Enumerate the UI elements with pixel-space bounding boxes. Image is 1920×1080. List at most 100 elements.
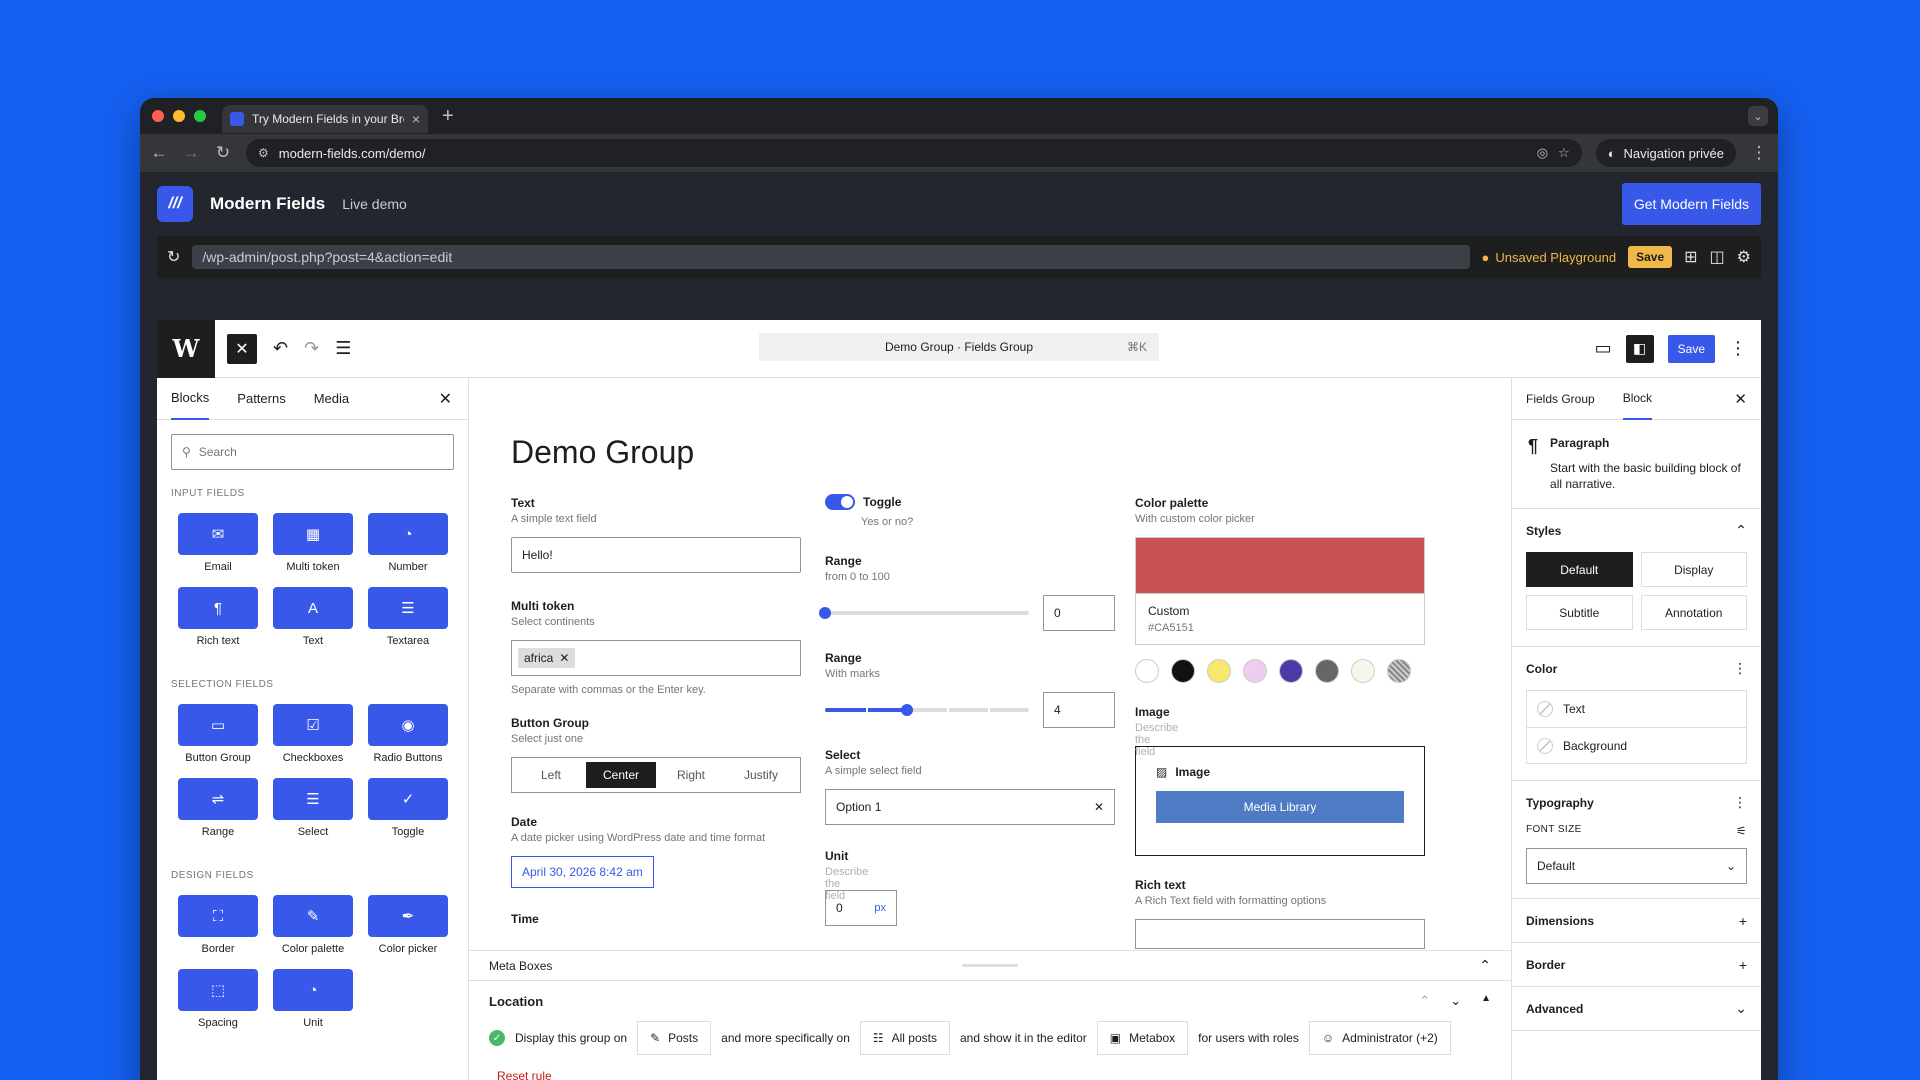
- chevron-up-icon[interactable]: ⌃: [1479, 957, 1491, 974]
- reset-rule-link[interactable]: Reset rule: [469, 1069, 1511, 1080]
- post-title[interactable]: Demo Group: [511, 434, 694, 471]
- background-color-item[interactable]: Background: [1527, 727, 1746, 763]
- date-picker-button[interactable]: April 30, 2026 8:42 am: [511, 856, 654, 888]
- modern-fields-logo[interactable]: ///: [157, 186, 193, 222]
- style-display-button[interactable]: Display: [1640, 552, 1747, 587]
- command-palette-button[interactable]: Demo Group · Fields Group ⌘K: [759, 333, 1159, 361]
- tab-patterns[interactable]: Patterns: [237, 378, 285, 420]
- dimensions-panel-header[interactable]: Dimensions +: [1526, 899, 1747, 942]
- close-inserter-button[interactable]: ✕: [227, 333, 257, 364]
- border-panel-header[interactable]: Border +: [1526, 943, 1747, 986]
- maximize-window-button[interactable]: [194, 110, 206, 122]
- close-tab-icon[interactable]: ×: [412, 111, 420, 127]
- custom-size-icon[interactable]: ⚟: [1736, 824, 1747, 838]
- close-window-button[interactable]: [152, 110, 164, 122]
- forward-icon[interactable]: →: [182, 143, 200, 163]
- reload-icon[interactable]: ↻: [214, 143, 232, 163]
- wordpress-logo-icon[interactable]: W: [157, 319, 215, 378]
- toggle-switch[interactable]: [825, 494, 855, 510]
- move-up-icon[interactable]: ⌃: [1419, 993, 1430, 1009]
- eye-off-icon[interactable]: ◎: [1537, 145, 1548, 161]
- tab-search-icon[interactable]: ⌄: [1748, 106, 1768, 126]
- style-default-button[interactable]: Default: [1526, 552, 1633, 587]
- block-item-email[interactable]: ✉ Email: [178, 513, 258, 573]
- custom-color-info[interactable]: Custom #CA5151: [1135, 593, 1425, 645]
- site-settings-icon[interactable]: ⚙: [258, 146, 269, 160]
- tab-media[interactable]: Media: [314, 378, 349, 420]
- document-overview-icon[interactable]: ☰: [335, 338, 351, 359]
- range-marks-thumb[interactable]: [900, 704, 913, 716]
- split-view-icon[interactable]: ◫: [1710, 247, 1725, 267]
- options-menu-icon[interactable]: ⋮: [1729, 338, 1747, 359]
- style-subtitle-button[interactable]: Subtitle: [1526, 595, 1633, 630]
- chevron-up-icon[interactable]: ⌃: [1735, 522, 1747, 539]
- post-type-chip[interactable]: ✎ Posts: [637, 1021, 712, 1055]
- tab-block[interactable]: Block: [1622, 378, 1653, 420]
- settings-sidebar-toggle-icon[interactable]: ◧: [1625, 334, 1654, 363]
- color-swatch[interactable]: [1135, 659, 1159, 683]
- browser-menu-icon[interactable]: ⋮: [1750, 143, 1768, 163]
- playground-save-button[interactable]: Save: [1628, 246, 1673, 268]
- rich-text-input[interactable]: [1135, 919, 1425, 949]
- collapse-icon[interactable]: ▲: [1481, 993, 1491, 1009]
- color-options-icon[interactable]: ⋮: [1733, 660, 1747, 677]
- color-swatch[interactable]: [1387, 659, 1411, 683]
- post-filter-chip[interactable]: ☷ All posts: [859, 1021, 950, 1055]
- private-mode-badge[interactable]: ◐ Navigation privée: [1595, 139, 1736, 167]
- button-group-option-left[interactable]: Left: [516, 762, 586, 788]
- button-group-option-right[interactable]: Right: [656, 762, 726, 788]
- typography-options-icon[interactable]: ⋮: [1733, 794, 1747, 811]
- playground-reload-icon[interactable]: ↻: [167, 247, 180, 267]
- styles-panel-header[interactable]: Styles ⌃: [1526, 509, 1747, 552]
- minimize-window-button[interactable]: [173, 110, 185, 122]
- playground-url-input[interactable]: /wp-admin/post.php?post=4&action=edit: [192, 245, 1470, 269]
- media-library-button[interactable]: Media Library: [1156, 791, 1404, 823]
- playground-settings-icon[interactable]: ⚙: [1737, 247, 1751, 267]
- save-button[interactable]: Save: [1667, 334, 1715, 363]
- block-item-text[interactable]: A Text: [273, 587, 353, 647]
- desktop-preview-icon[interactable]: ▭: [1595, 338, 1612, 359]
- range-marks-number-input[interactable]: 4: [1043, 692, 1115, 728]
- button-group-option-center[interactable]: Center: [586, 762, 656, 788]
- range-track[interactable]: [819, 607, 1029, 619]
- block-item-spacing[interactable]: ⬚ Spacing: [178, 969, 258, 1029]
- select-input[interactable]: Option 1 ✕: [825, 789, 1115, 825]
- block-item-radio-buttons[interactable]: ◉ Radio Buttons: [368, 704, 448, 764]
- bookmark-star-icon[interactable]: ☆: [1558, 145, 1570, 161]
- button-group-option-justify[interactable]: Justify: [726, 762, 796, 788]
- block-item-rich-text[interactable]: ¶ Rich text: [178, 587, 258, 647]
- range-number-input[interactable]: 0: [1043, 595, 1115, 631]
- new-tab-icon[interactable]: +: [442, 105, 454, 128]
- undo-icon[interactable]: ↶: [273, 338, 288, 359]
- block-item-multi-token[interactable]: ▦ Multi token: [273, 513, 353, 573]
- remove-token-icon[interactable]: ✕: [559, 651, 569, 665]
- browser-tab[interactable]: Try Modern Fields in your Bro ×: [222, 105, 428, 133]
- tab-blocks[interactable]: Blocks: [171, 378, 210, 420]
- get-modern-fields-button[interactable]: Get Modern Fields: [1621, 183, 1761, 225]
- plus-icon[interactable]: +: [1739, 957, 1747, 973]
- color-swatch[interactable]: [1351, 659, 1375, 683]
- color-swatch[interactable]: [1207, 659, 1231, 683]
- advanced-panel-header[interactable]: Advanced ⌄: [1526, 987, 1747, 1030]
- text-color-item[interactable]: Text: [1527, 691, 1746, 727]
- block-item-border[interactable]: ⛶ Border: [178, 895, 258, 955]
- back-icon[interactable]: ←: [150, 143, 168, 163]
- plus-icon[interactable]: +: [1739, 913, 1747, 929]
- chevron-down-icon[interactable]: ⌄: [1735, 1000, 1747, 1017]
- block-item-unit[interactable]: ◔ Unit: [273, 969, 353, 1029]
- redo-icon[interactable]: ↷: [304, 338, 319, 359]
- address-bar[interactable]: ⚙ modern-fields.com/demo/ ◎ ☆: [246, 139, 1582, 167]
- color-swatch[interactable]: [1279, 659, 1303, 683]
- grid-icon[interactable]: ⊞: [1684, 247, 1697, 267]
- range-thumb[interactable]: [819, 607, 831, 619]
- font-size-select[interactable]: Default ⌄: [1526, 848, 1747, 884]
- custom-color-swatch[interactable]: [1135, 537, 1425, 593]
- block-item-button-group[interactable]: ▭ Button Group: [178, 704, 258, 764]
- block-item-select[interactable]: ☰ Select: [273, 778, 353, 838]
- block-search-input[interactable]: ⚲ Search: [171, 434, 454, 470]
- style-annotation-button[interactable]: Annotation: [1640, 595, 1747, 630]
- block-item-textarea[interactable]: ☰ Textarea: [368, 587, 448, 647]
- resize-handle[interactable]: [962, 964, 1018, 967]
- unit-select[interactable]: px: [874, 902, 886, 914]
- block-item-color-palette[interactable]: ✎ Color palette: [273, 895, 353, 955]
